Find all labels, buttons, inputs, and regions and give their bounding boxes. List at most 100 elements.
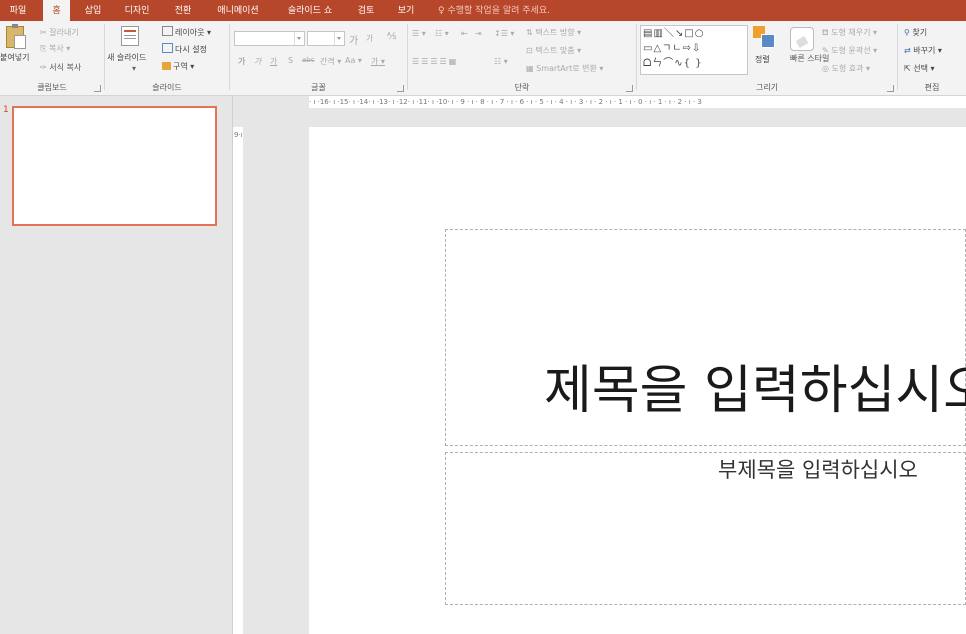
decrease-indent-icon: ⇤ [461,29,468,38]
tab-insert[interactable]: 삽입 [80,0,106,21]
font-label: 글꼴 [311,83,326,92]
shapes-gallery[interactable]: ▤▥＼↘□○ ▭△ㄱㄴ⇨⇩ ᗝㄣ⌒∿{ } [640,25,748,75]
smartart-icon: ▦ [526,64,534,73]
paint-bucket-icon: ⛾ [822,28,829,37]
underline-button[interactable]: 가 [270,56,277,67]
tab-slideshow[interactable]: 슬라이드 쇼 [281,0,339,21]
smartart-button[interactable]: ▦ SmartArt로 변환 ▾ [526,63,603,74]
slides-group: 새 슬라이드 ▾ 레이아웃 ▾ 다시 설정 구역 ▾ 슬라이드 [105,21,229,95]
align-center-icon: ☰ [421,57,431,66]
change-case-button[interactable]: Aa ▾ [345,56,362,65]
shadow-button[interactable]: S [288,56,293,65]
tab-transitions[interactable]: 전환 [170,0,196,21]
paste-icon [6,24,26,49]
subtitle-text[interactable]: 부제목을 입력하십시오 [718,456,918,484]
new-slide-dropdown[interactable]: ▾ [132,64,136,73]
font-color-button[interactable]: 가 ▾ [371,56,385,67]
paragraph-group: ☰ ▾ ☷ ▾ ⇤ ⇥ ↕☰ ▾ ⇅ 텍스트 방향 ▾ ⊡ 텍스트 맞춤 ▾ ☰… [408,21,636,95]
tell-me-box[interactable]: ♀ 수행할 작업을 알려 주세요. [438,0,550,21]
tab-animations[interactable]: 애니메이션 [211,0,265,21]
drawing-launcher[interactable] [887,85,894,92]
chevron-down-icon[interactable] [294,32,304,45]
font-group: 가 가 ⅍ 가 가 가 S abc 간격 ▾ Aa ▾ 가 ▾ 글꼴 [230,21,407,95]
tab-file[interactable]: 파일 [6,0,30,21]
char-spacing-button[interactable]: 간격 ▾ [320,56,341,67]
line-spacing-button[interactable]: ↕☰ ▾ [494,29,514,38]
shadow-icon: S [288,56,294,65]
line-spacing-icon: ↕☰ [494,29,508,38]
font-name-combo[interactable] [234,31,305,46]
increase-indent-button[interactable]: ⇥ [475,29,482,38]
scissors-icon: ✂ [40,28,47,37]
tab-home[interactable]: 홈 [43,0,70,21]
title-text[interactable]: 제목을 입력하십시오 [544,359,966,423]
replace-button[interactable]: ⇄ 바꾸기 ▾ [904,45,942,56]
shapes-row: ▤▥＼↘□○ [643,28,705,39]
numbering-icon: ☷ [435,29,443,38]
bold-button[interactable]: 가 [238,56,245,67]
bullets-icon: ☰ [412,29,420,38]
slide-number: 1 [3,105,9,115]
align-right-icon: ☰ [430,57,440,66]
paragraph-launcher[interactable] [626,85,633,92]
copy-button[interactable]: ⎘ 복사 ▾ [40,43,70,54]
grow-font-button[interactable]: 가 [349,32,358,47]
shape-outline-button[interactable]: ✎ 도형 윤곽선 ▾ [822,45,877,56]
text-direction-button[interactable]: ⇅ 텍스트 방향 ▾ [526,27,581,38]
paste-button[interactable]: 붙여넣기 [0,52,29,63]
tab-review[interactable]: 검토 [354,0,378,21]
text-direction-icon: ⇅ [526,28,533,37]
align-left-icon: ☰ [412,57,422,66]
format-painter-icon: ✑ [40,63,47,72]
clipboard-label: 클립보드 [37,83,67,92]
font-size-combo[interactable] [307,31,345,46]
pen-icon: ✎ [822,46,829,55]
italic-button[interactable]: 가 [254,56,261,67]
format-painter-button[interactable]: ✑ 서식 복사 [40,62,81,73]
section-button[interactable]: 구역 ▾ [162,61,194,72]
horizontal-ruler: · ı ·16· ı ·15· ı ·14· ı ·13· ı ·12· ı ·… [309,96,966,108]
slides-label: 슬라이드 [152,83,182,92]
effects-icon: ◎ [822,64,829,73]
columns-icon: ☷ [494,57,502,66]
shapes-row: ▭△ㄱㄴ⇨⇩ [643,43,702,54]
distribute-icon: ▦ [448,57,459,66]
replace-icon: ⇄ [904,46,911,55]
columns-button[interactable]: ☷ ▾ [494,57,508,66]
chevron-down-icon[interactable] [334,32,344,45]
bullets-button[interactable]: ☰ ▾ [412,29,426,38]
shape-effects-button[interactable]: ◎ 도형 효과 ▾ [822,63,870,74]
alignment-buttons[interactable]: ☰☰☰☰▦ [412,57,458,66]
strikethrough-button[interactable]: abc [302,56,315,64]
find-button[interactable]: ⚲ 찾기 [904,27,927,38]
arrange-button[interactable]: 정렬 [755,54,770,65]
shapes-row: ᗝㄣ⌒∿{ } [643,58,703,69]
clipboard-launcher[interactable] [94,85,101,92]
quick-styles-icon [790,27,814,51]
reset-button[interactable]: 다시 설정 [162,43,207,55]
arrange-icon [751,26,777,50]
align-text-button[interactable]: ⊡ 텍스트 맞춤 ▾ [526,45,581,56]
layout-button[interactable]: 레이아웃 ▾ [162,26,211,38]
layout-icon [162,26,173,36]
tab-design[interactable]: 디자인 [121,0,153,21]
shrink-font-button[interactable]: 가 [366,33,373,44]
slide-thumbnail[interactable] [12,106,217,226]
clear-format-button[interactable]: ⅍ [387,31,396,42]
reset-icon [162,43,173,53]
vertical-ruler-ticks: 9·ı·8·ı·7·ı·6·ı·5·ı·4·ı·3·ı·2·ı·1·ı·0·ı·… [234,131,243,139]
new-slide-button[interactable]: 새 슬라이드 [107,52,146,63]
select-button[interactable]: ⇱ 선택 ▾ [904,63,935,74]
numbering-button[interactable]: ☷ ▾ [435,29,449,38]
new-slide-icon [121,26,139,46]
increase-indent-icon: ⇥ [475,29,482,38]
ribbon: 붙여넣기 ✂ 잘라내기 ⎘ 복사 ▾ ✑ 서식 복사 클립보드 새 슬라이드 ▾… [0,21,966,96]
editing-group: ⚲ 찾기 ⇄ 바꾸기 ▾ ⇱ 선택 ▾ 편집 [898,21,966,95]
shape-fill-button[interactable]: ⛾ 도형 채우기 ▾ [822,27,877,38]
clipboard-group: 붙여넣기 ✂ 잘라내기 ⎘ 복사 ▾ ✑ 서식 복사 클립보드 [0,21,104,95]
cut-button[interactable]: ✂ 잘라내기 [40,27,79,38]
tab-view[interactable]: 보기 [394,0,418,21]
font-launcher[interactable] [397,85,404,92]
decrease-indent-button[interactable]: ⇤ [461,29,468,38]
clear-format-icon: ⅍ [387,31,397,42]
